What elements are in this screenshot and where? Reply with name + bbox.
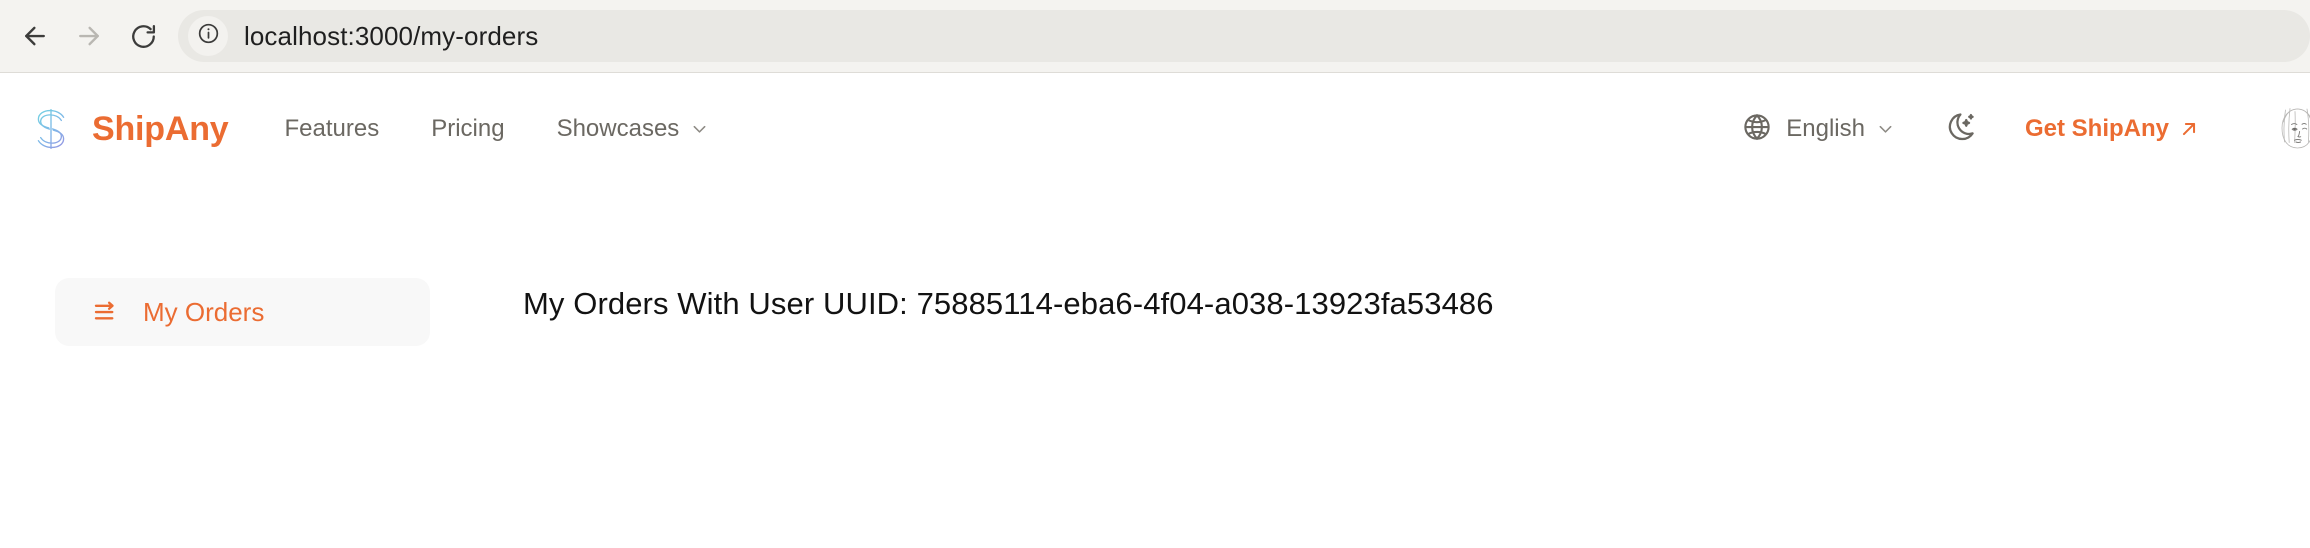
sidebar: My Orders [0,278,430,346]
main-navigation: Features Pricing Showcases [285,115,710,143]
arrow-left-icon [20,21,50,51]
moon-sparkles-icon [1943,110,1977,149]
nav-link-showcases[interactable]: Showcases [557,115,710,143]
header-right-controls: English Get ShipAny [1742,98,2310,160]
nav-link-label: Features [284,115,380,142]
avatar[interactable] [2266,98,2310,160]
globe-icon [1742,112,1772,147]
nav-link-label: Showcases [556,115,680,142]
user-avatar-portrait [2266,98,2310,160]
brand-name: ShipAny [92,109,229,148]
theme-toggle-button[interactable] [1943,110,1977,149]
reload-icon [129,22,158,51]
nav-link-features[interactable]: Features [285,115,380,143]
language-label: English [1786,115,1865,142]
sidebar-item-my-orders[interactable]: My Orders [55,278,430,346]
page-body: My Orders My Orders With User UUID: 7588… [0,185,2310,346]
brand-logo[interactable]: ShipAny [24,102,229,156]
url-text: localhost:3000/my-orders [244,20,539,51]
cta-label: Get ShipAny [2024,115,2169,142]
info-circle-icon [197,22,220,50]
chevron-down-icon [690,120,709,139]
browser-back-button[interactable] [8,9,62,63]
get-shipany-button[interactable]: Get ShipAny [2025,115,2200,143]
browser-reload-button[interactable] [116,9,170,63]
browser-forward-button[interactable] [62,9,116,63]
chevron-down-icon [1876,120,1895,139]
arrow-right-icon [74,21,104,51]
main-content: My Orders With User UUID: 75885114-eba6-… [430,278,2310,346]
site-header: ShipAny Features Pricing Showcases Engli… [0,73,2310,185]
list-arrow-icon [91,297,121,327]
address-bar[interactable]: localhost:3000/my-orders [178,10,2310,62]
sidebar-item-label: My Orders [143,296,265,327]
page-title: My Orders With User UUID: 75885114-eba6-… [523,286,1494,321]
browser-chrome: localhost:3000/my-orders [0,0,2310,73]
nav-link-label: Pricing [431,115,505,142]
shipany-s-logo-icon [24,102,78,156]
arrow-up-right-icon [2178,118,2200,140]
language-switcher[interactable]: English [1742,112,1895,147]
site-info-button[interactable] [188,16,228,56]
nav-link-pricing[interactable]: Pricing [431,115,504,143]
